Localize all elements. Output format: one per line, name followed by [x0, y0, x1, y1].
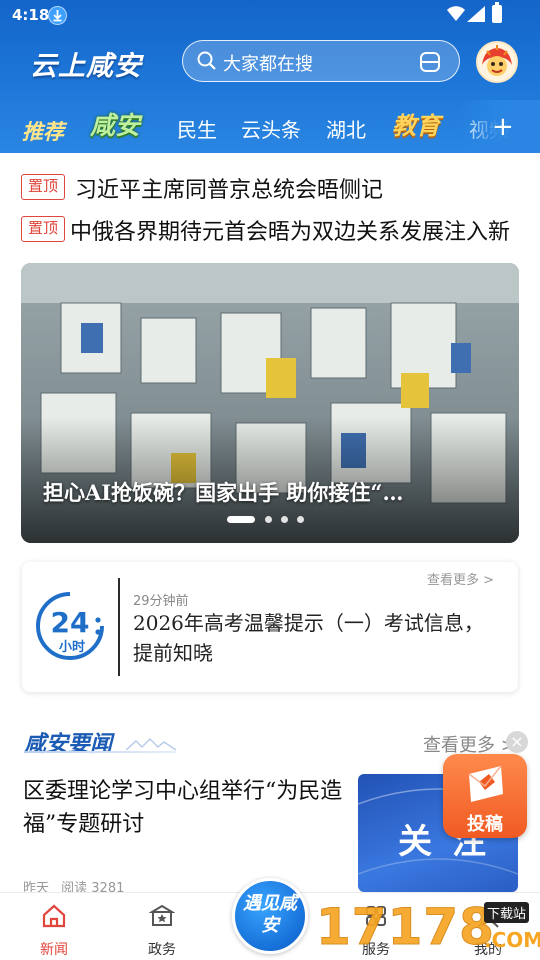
- nav-center-button[interactable]: 遇见咸安: [232, 878, 308, 954]
- news-24h-more-link[interactable]: 查看更多 >: [427, 569, 494, 588]
- nav-government-label: 政务: [148, 942, 176, 958]
- tab-yuntoutiao[interactable]: 云头条: [241, 114, 301, 143]
- wifi-icon: [447, 6, 465, 21]
- submit-label: 投稿: [467, 814, 503, 835]
- news-24h-card[interactable]: 查看更多 > 24 小时 29分钟前 2026年高考温馨提示（一）考试信息，提前…: [22, 562, 518, 692]
- pin-badge: 置顶: [21, 216, 65, 242]
- add-channel-icon[interactable]: +: [492, 112, 514, 142]
- divider: [118, 578, 120, 676]
- pinned-item[interactable]: 置顶 中俄各界期待元首会晤为双边关系发展注入新: [0, 214, 540, 244]
- section-underline: [24, 751, 176, 753]
- tab-tuijian[interactable]: 推荐: [22, 116, 64, 146]
- avatar[interactable]: [476, 41, 518, 83]
- news-24h-logo-number: 24: [51, 606, 90, 639]
- carousel-dot: [281, 516, 288, 523]
- nav-news[interactable]: 新闻: [14, 893, 94, 960]
- watermark-com: .COM: [484, 928, 540, 952]
- battery-icon: [492, 2, 502, 23]
- pinned-title: 习近平主席同普京总统会晤侧记: [75, 178, 384, 202]
- status-bar: 4:18: [0, 0, 540, 32]
- news-24h-logo-unit: 小时: [59, 639, 85, 655]
- section-title: 咸安要闻: [24, 731, 113, 757]
- tab-minsheng[interactable]: 民生: [177, 114, 217, 143]
- watermark-logo: 17178 下载站 .COM: [316, 898, 540, 960]
- nav-center-label: 遇见咸安: [243, 893, 297, 936]
- close-icon[interactable]: ×: [506, 731, 528, 753]
- watermark-tag: 下载站: [484, 902, 530, 923]
- watermark-digits: 17178: [316, 898, 495, 957]
- banner-caption: 担心AI抢饭碗？国家出手 助你接住“…: [43, 480, 404, 505]
- pin-badge: 置顶: [21, 174, 65, 200]
- search-placeholder: 大家都在搜: [223, 54, 313, 75]
- article-title[interactable]: 区委理论学习中心组举行“为民造福”专题研讨: [23, 775, 343, 841]
- scan-icon[interactable]: [419, 51, 441, 73]
- news-24h-logo: 24 小时: [36, 592, 104, 660]
- search-input[interactable]: 大家都在搜: [182, 40, 460, 82]
- app-logo: 云上咸安: [30, 51, 142, 82]
- home-icon: [42, 904, 66, 928]
- nav-news-label: 新闻: [40, 942, 68, 958]
- tab-hubei[interactable]: 湖北: [326, 114, 366, 143]
- envelope-icon: [468, 765, 503, 802]
- tab-xianan[interactable]: 咸安: [90, 106, 140, 142]
- carousel-dot: [297, 516, 304, 523]
- carousel-dot: [227, 516, 255, 523]
- section-decoration: [126, 737, 176, 751]
- status-time: 4:18: [12, 6, 50, 24]
- app-header: 4:18 云上咸安 大家都在搜 推荐 咸安 民生 云头条 湖北 教育 +: [0, 0, 540, 153]
- search-icon: [197, 51, 216, 70]
- news-24h-time: 29分钟前: [133, 594, 189, 609]
- nav-government[interactable]: 政务: [122, 893, 202, 960]
- pinned-title: 中俄各界期待元首会晤为双边关系发展注入新: [70, 220, 511, 244]
- government-icon: [149, 904, 175, 926]
- download-icon: [48, 6, 67, 25]
- submit-button[interactable]: 投稿: [443, 754, 527, 838]
- channel-tabs: 推荐 咸安 民生 云头条 湖北 教育 视频 +: [0, 100, 540, 153]
- pinned-item[interactable]: 置顶 习近平主席同普京总统会晤侧记: [0, 172, 540, 202]
- tab-jiaoyu[interactable]: 教育: [392, 106, 440, 141]
- banner-carousel[interactable]: 担心AI抢饭碗？国家出手 助你接住“…: [21, 263, 519, 543]
- news-24h-title: 2026年高考温馨提示（一）考试信息，提前知晓: [133, 611, 484, 665]
- carousel-dot: [265, 516, 272, 523]
- signal-icon: [467, 6, 485, 22]
